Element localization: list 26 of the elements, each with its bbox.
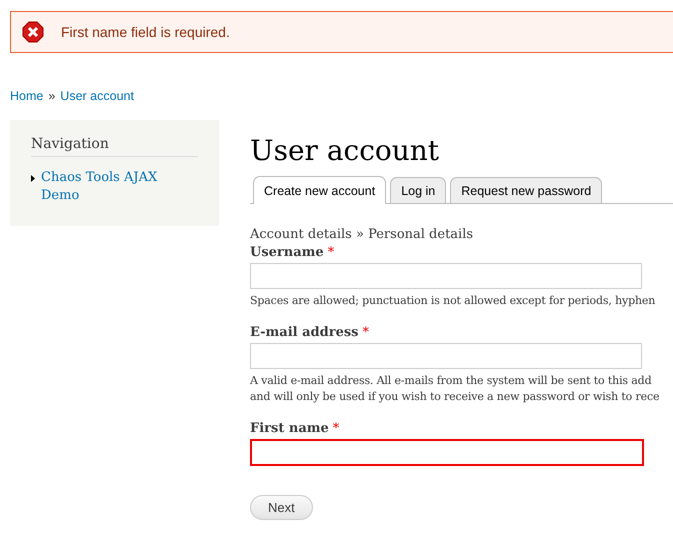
breadcrumb-separator: » xyxy=(48,89,56,103)
bullet-icon xyxy=(31,175,35,182)
error-icon xyxy=(22,21,44,43)
breadcrumb-link[interactable]: Home xyxy=(10,89,44,103)
input-field[interactable] xyxy=(250,439,644,466)
sidebar-link[interactable]: Chaos Tools AJAX Demo xyxy=(41,169,171,205)
tab[interactable]: Create new account xyxy=(253,176,386,204)
field-label: Username xyxy=(250,245,324,260)
field-description: and will only be used if you wish to receive a new password or wish to rece xyxy=(250,389,660,405)
required-mark: * xyxy=(328,245,334,260)
field-description: A valid e-mail address. All e-mails from the system will be sent to this add xyxy=(250,373,652,389)
field-description: Spaces are allowed; punctuation is not allowed except for periods, hyphen xyxy=(250,293,656,309)
page-title: User account xyxy=(250,134,440,168)
tab[interactable]: Request new password xyxy=(450,177,602,203)
message-text: First name field is required. xyxy=(61,24,230,40)
breadcrumb-link[interactable]: User account xyxy=(60,89,134,103)
required-mark: * xyxy=(362,325,369,340)
form-steps: Account details » Personal details xyxy=(250,227,673,242)
field-label: First name xyxy=(250,421,329,436)
input-field[interactable] xyxy=(250,343,642,369)
required-mark: * xyxy=(332,421,340,436)
input-field[interactable] xyxy=(250,263,642,289)
field-label: E-mail address xyxy=(250,325,358,340)
tab[interactable]: Log in xyxy=(390,177,446,203)
next-button[interactable]: Next xyxy=(250,495,313,520)
sidebar-title: Navigation xyxy=(31,136,198,157)
